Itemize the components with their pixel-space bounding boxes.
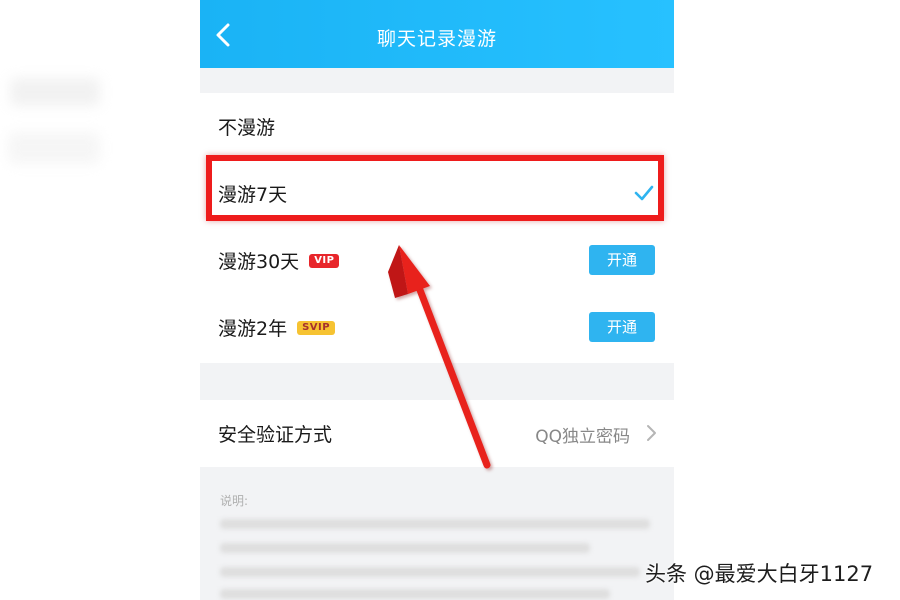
watermark-text: 头条 @最爱大白牙1127 — [645, 562, 874, 586]
pointer-arrow — [388, 245, 491, 469]
arrow-icon — [388, 245, 491, 469]
